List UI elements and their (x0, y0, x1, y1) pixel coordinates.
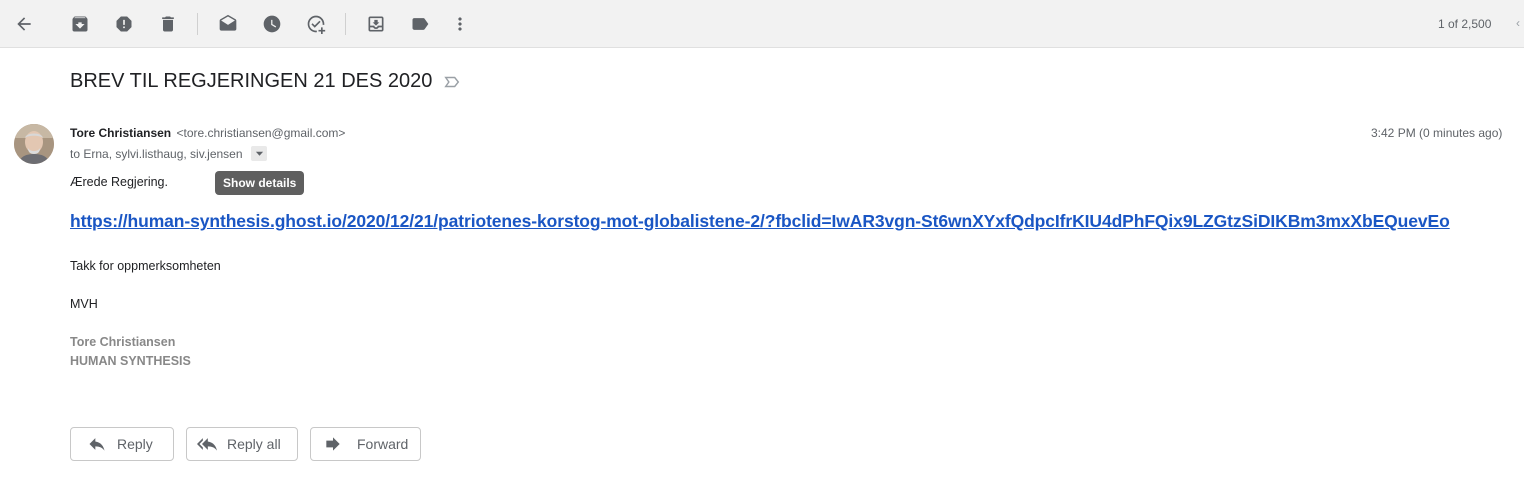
important-marker-icon[interactable] (443, 73, 461, 91)
email-timestamp: 3:42 PM (0 minutes ago) (1371, 126, 1503, 140)
recipients-line: to Erna, sylvi.listhaug, siv.jensen (70, 147, 243, 161)
labels-icon[interactable] (408, 12, 432, 36)
reply-all-icon (197, 434, 217, 454)
reply-button[interactable]: Reply (70, 427, 174, 461)
email-closing: MVH (70, 297, 98, 311)
forward-label: Forward (357, 436, 409, 452)
reply-icon (87, 434, 107, 454)
email-greeting: Ærede Regjering. (70, 175, 168, 189)
signature-name: Tore Christiansen (70, 335, 176, 349)
toolbar-divider (345, 13, 346, 35)
email-body-link[interactable]: https://human-synthesis.ghost.io/2020/12… (70, 211, 1450, 232)
archive-icon[interactable] (68, 12, 92, 36)
reply-all-label: Reply all (227, 436, 281, 452)
pagination-count: 1 of 2,500 (1438, 17, 1492, 31)
add-to-tasks-icon[interactable] (304, 12, 328, 36)
sender-line: Tore Christiansen <tore.christiansen@gma… (70, 126, 345, 140)
sender-name[interactable]: Tore Christiansen (70, 126, 171, 140)
signature-org: HUMAN SYNTHESIS (70, 354, 191, 368)
email-subject: BREV TIL REGJERINGEN 21 DES 2020 (70, 70, 433, 92)
snooze-icon[interactable] (260, 12, 284, 36)
reply-all-button[interactable]: Reply all (186, 427, 298, 461)
forward-button[interactable]: Forward (310, 427, 421, 461)
sender-avatar[interactable] (14, 124, 54, 164)
show-details-tooltip: Show details (215, 171, 305, 195)
show-details-dropdown-icon[interactable] (251, 146, 267, 161)
more-icon[interactable] (448, 12, 472, 36)
toolbar-divider (197, 13, 198, 35)
back-arrow-icon[interactable] (12, 12, 36, 36)
forward-icon (323, 434, 343, 454)
email-thanks: Takk for oppmerksomheten (70, 259, 221, 273)
delete-icon[interactable] (156, 12, 180, 36)
sender-email: <tore.christiansen@gmail.com> (176, 126, 346, 140)
message-toolbar: 1 of 2,500 ‹ (0, 0, 1524, 48)
move-to-icon[interactable] (364, 12, 388, 36)
newer-arrow-icon[interactable]: ‹ (1516, 16, 1520, 30)
reply-label: Reply (117, 436, 153, 452)
mark-unread-icon[interactable] (216, 12, 240, 36)
report-spam-icon[interactable] (112, 12, 136, 36)
